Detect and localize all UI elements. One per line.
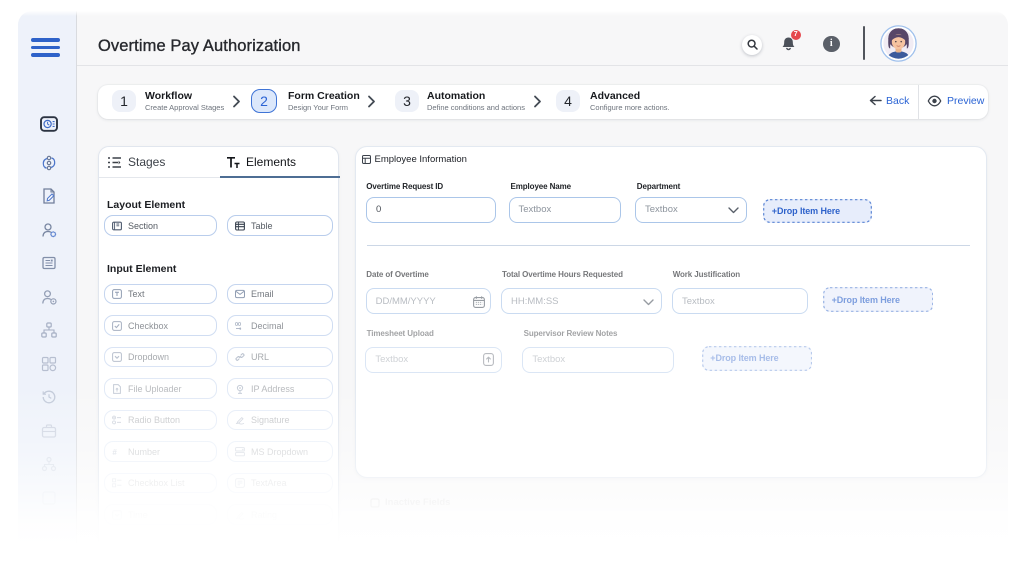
svg-text:#: # (112, 448, 117, 457)
svg-text:00: 00 (235, 321, 241, 327)
